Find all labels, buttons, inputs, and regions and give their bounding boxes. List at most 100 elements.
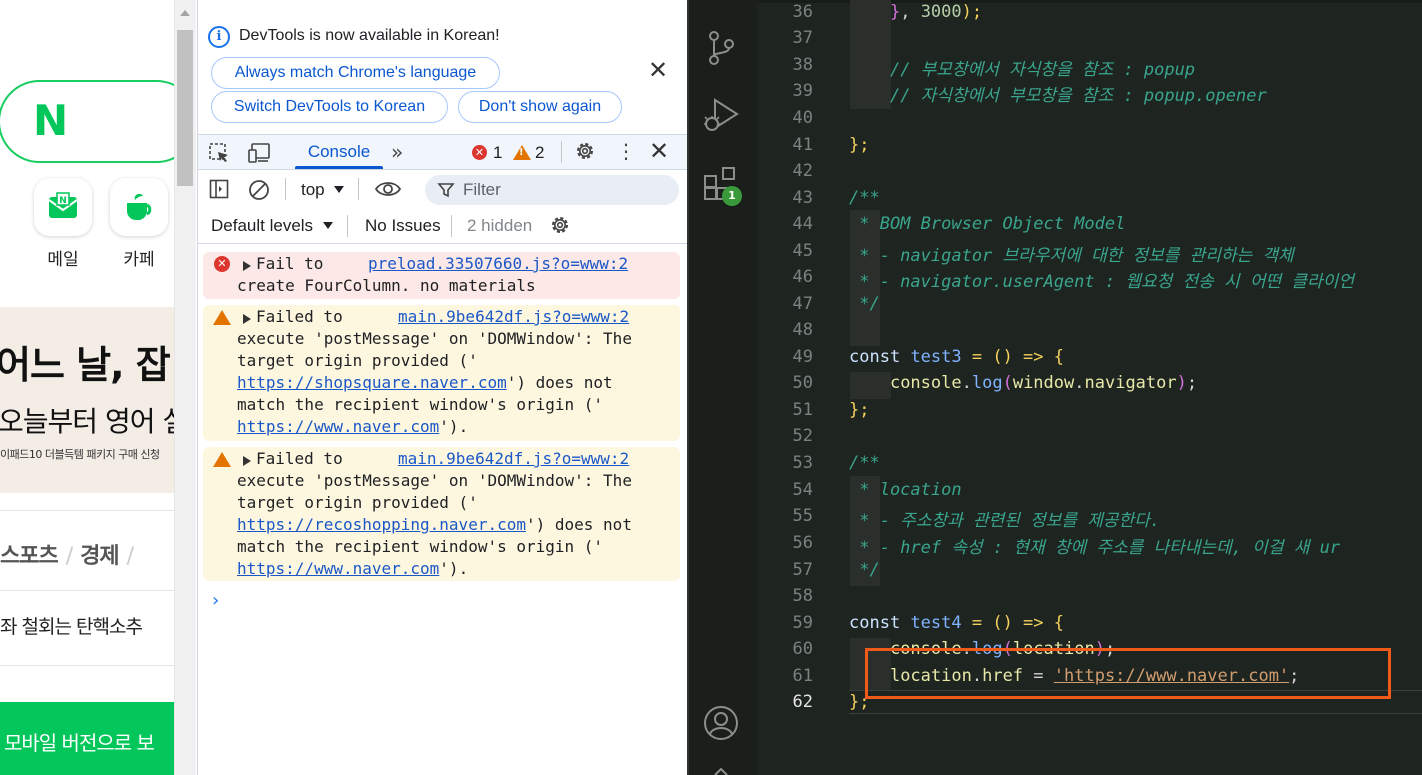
context-selector[interactable]: top	[301, 180, 325, 200]
divider	[0, 510, 174, 511]
news-tab-economy[interactable]: 경제	[80, 544, 119, 569]
code-line-49[interactable]: const test3 = () => {	[849, 347, 1064, 367]
active-tab-indicator	[295, 166, 383, 169]
log-levels-dropdown[interactable]: Default levels	[211, 216, 313, 236]
language-banner-text: DevTools is now available in Korean!	[239, 27, 500, 44]
dont-show-again-button[interactable]: Don't show again	[458, 91, 622, 123]
settings-gear-icon[interactable]	[574, 140, 596, 162]
mail-service-button[interactable]: N	[34, 178, 92, 236]
cafe-service-button[interactable]	[110, 178, 168, 236]
expand-arrow-icon[interactable]	[243, 314, 251, 324]
source-link[interactable]: main.9be642df.js?o=www:2	[398, 306, 629, 328]
close-banner-icon[interactable]: ✕	[648, 58, 668, 82]
code-line-39[interactable]: // 자식창에서 부모창을 참조 : popup.opener	[849, 81, 1267, 106]
news-tab-sports[interactable]: 스포츠	[0, 544, 59, 569]
expand-arrow-icon[interactable]	[243, 261, 251, 271]
code-line-53[interactable]: /**	[849, 453, 880, 473]
code-line-45[interactable]: * - navigator 브라우저에 대한 정보를 관리하는 객체	[849, 241, 1293, 266]
issues-counter[interactable]: No Issues	[365, 216, 441, 236]
code-line-54[interactable]: * location	[849, 480, 961, 500]
clear-console-icon[interactable]	[248, 179, 270, 201]
banner-subheadline: 오늘부터 영어 실	[0, 405, 174, 438]
manage-gear-icon[interactable]	[709, 768, 733, 775]
line-number: 52	[792, 426, 813, 446]
console-error-message[interactable]: ✕ Fail to preload.33507660.js?o=www:2 cr…	[203, 252, 680, 299]
warning-count[interactable]: 2	[535, 143, 544, 163]
line-number: 59	[792, 613, 813, 633]
warning-icon	[213, 310, 231, 325]
line-number: 55	[792, 506, 813, 526]
chevron-down-icon[interactable]	[334, 186, 344, 193]
tab-console[interactable]: Console	[292, 134, 386, 170]
code-line-38[interactable]: // 부모창에서 자식창을 참조 : popup	[849, 55, 1195, 80]
message-text: Failed to	[256, 449, 343, 468]
toolbar-divider	[358, 178, 359, 200]
more-tabs-icon[interactable]: »	[391, 140, 403, 164]
switch-to-korean-button[interactable]: Switch DevTools to Korean	[211, 91, 448, 123]
code-line-59[interactable]: const test4 = () => {	[849, 613, 1064, 633]
banner-headline: 어느 날, 잡	[0, 343, 171, 387]
match-chrome-language-button[interactable]: Always match Chrome's language	[211, 57, 500, 89]
line-number: 38	[792, 55, 813, 75]
run-debug-icon[interactable]	[703, 96, 739, 134]
target-url-link[interactable]: https://recoshopping.naver.com	[237, 515, 526, 534]
hidden-messages-count: 2 hidden	[467, 216, 533, 235]
filter-icon	[437, 183, 455, 198]
line-number: 44	[792, 214, 813, 234]
banner-caption: 이패드10 더블득템 패키지 구매 신청	[0, 448, 160, 461]
code-line-44[interactable]: * BOM Browser Object Model	[849, 214, 1125, 234]
news-headline[interactable]: 좌 철회는 탄핵소추	[0, 612, 143, 639]
naver-search-box[interactable]	[0, 80, 174, 163]
target-url-link[interactable]: https://shopsquare.naver.com	[237, 373, 507, 392]
code-line-57[interactable]: */	[849, 560, 879, 580]
source-link[interactable]: preload.33507660.js?o=www:2	[368, 253, 628, 275]
console-settings-icon[interactable]	[549, 214, 571, 236]
console-warning-message[interactable]: Failed to main.9be642df.js?o=www:2 execu…	[203, 447, 680, 581]
origin-url-link[interactable]: https://www.naver.com	[237, 417, 439, 436]
line-number: 42	[792, 161, 813, 181]
toolbar-divider	[347, 215, 348, 237]
tab-separator: /	[65, 544, 73, 569]
line-number: 47	[792, 294, 813, 314]
live-expression-eye-icon[interactable]	[374, 178, 402, 200]
device-toolbar-icon[interactable]	[248, 142, 272, 164]
warning-icon	[213, 452, 231, 467]
scroll-up-arrow-icon[interactable]	[180, 10, 190, 16]
scrollbar-thumb[interactable]	[177, 30, 193, 186]
show-sidebar-icon[interactable]	[209, 179, 229, 199]
line-number: 43	[792, 188, 813, 208]
account-icon[interactable]	[703, 705, 739, 741]
expand-arrow-icon[interactable]	[243, 456, 251, 466]
line-number: 50	[792, 373, 813, 393]
error-count-icon[interactable]: ✕	[472, 145, 487, 160]
close-devtools-icon[interactable]: ✕	[649, 138, 669, 164]
error-count[interactable]: 1	[493, 143, 502, 163]
code-line-51[interactable]: };	[849, 400, 869, 420]
line-number: 54	[792, 480, 813, 500]
code-line-56[interactable]: * - href 속성 : 현재 창에 주소를 나타내는데, 이걸 새 ur	[849, 533, 1340, 558]
line-number: 39	[792, 81, 813, 101]
console-warning-message[interactable]: Failed to main.9be642df.js?o=www:2 execu…	[203, 305, 680, 441]
code-line-50[interactable]: console.log(window.navigator);	[849, 373, 1197, 393]
inspect-element-icon[interactable]	[208, 142, 230, 164]
source-link[interactable]: main.9be642df.js?o=www:2	[398, 448, 629, 470]
console-prompt[interactable]: ›	[212, 590, 219, 611]
message-text: ').	[439, 417, 469, 436]
chevron-down-icon[interactable]	[323, 222, 333, 229]
more-options-icon[interactable]: ⋮	[616, 140, 636, 162]
message-text: ') does not	[506, 373, 613, 392]
code-line-41[interactable]: };	[849, 135, 869, 155]
naver-logo[interactable]: N	[33, 99, 68, 143]
line-number: 60	[792, 639, 813, 659]
source-control-icon[interactable]	[706, 30, 736, 66]
code-line-43[interactable]: /**	[849, 188, 880, 208]
code-line-46[interactable]: * - navigator.userAgent : 웹요청 전송 시 어떤 클라…	[849, 267, 1354, 292]
code-line-47[interactable]: */	[849, 294, 879, 314]
code-line-36[interactable]: }, 3000);	[849, 2, 982, 22]
line-number: 58	[792, 586, 813, 606]
toolbar-divider	[285, 178, 286, 200]
code-line-55[interactable]: * - 주소창과 관련된 정보를 제공한다.	[849, 506, 1160, 531]
origin-url-link[interactable]: https://www.naver.com	[237, 559, 439, 578]
cafe-icon	[127, 193, 152, 220]
message-text: match the recipient window's origin ('	[237, 395, 604, 414]
